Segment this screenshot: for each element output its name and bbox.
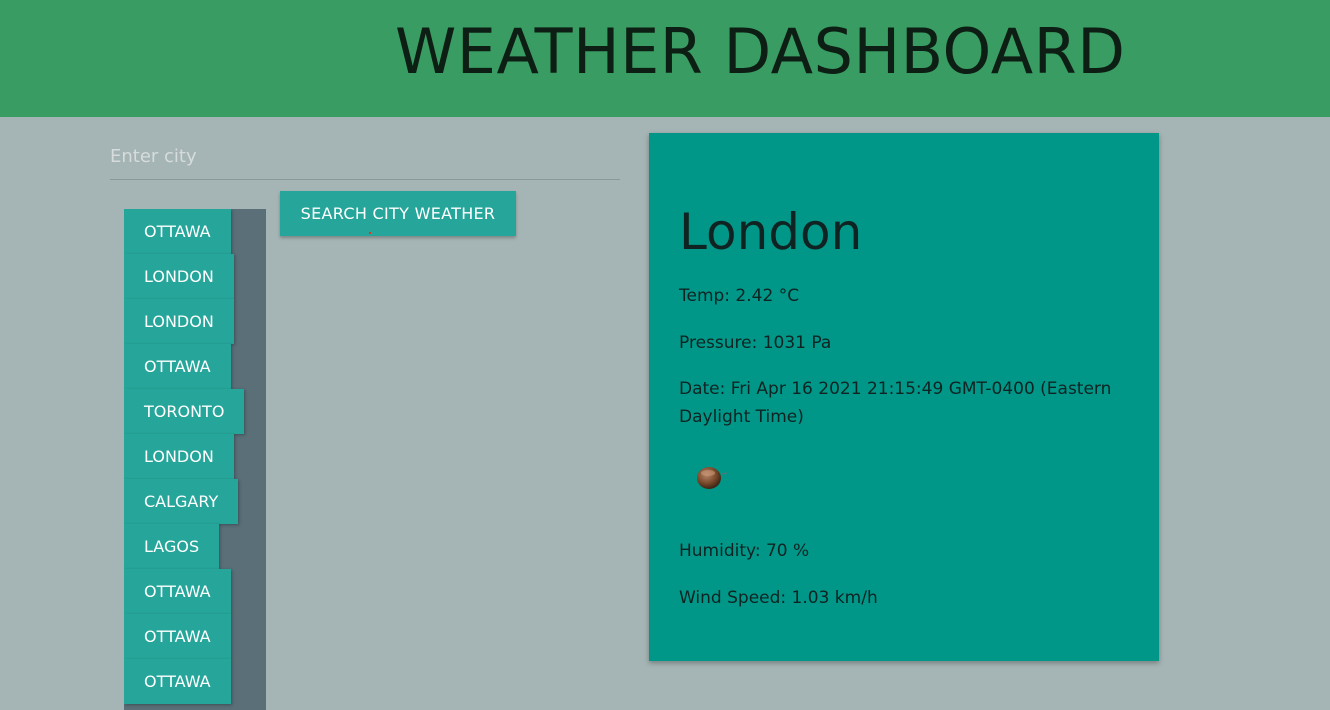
current-weather-card: London Temp: 2.42 °C Pressure: 1031 Pa D…	[649, 133, 1159, 661]
history-item-button[interactable]: LAGOS	[124, 524, 220, 569]
search-city-weather-button[interactable]: SEARCH CITY WEATHER	[280, 191, 516, 236]
history-item-button[interactable]: OTTAWA	[124, 614, 231, 659]
history-item-button[interactable]: OTTAWA	[124, 209, 231, 254]
history-item-button[interactable]: OTTAWA	[124, 569, 231, 614]
date-text: Date: Fri Apr 16 2021 21:15:49 GMT-0400 …	[679, 379, 1112, 427]
city-search-input[interactable]	[110, 134, 620, 180]
pressure-text: Pressure: 1031 Pa	[679, 333, 832, 353]
temperature-text: Temp: 2.42 °C	[679, 286, 800, 306]
history-item-button[interactable]: CALGARY	[124, 479, 239, 524]
cursor-dot	[369, 232, 371, 234]
history-item-button[interactable]: OTTAWA	[124, 344, 231, 389]
history-item-button[interactable]: LONDON	[124, 299, 234, 344]
history-item-button[interactable]: LONDON	[124, 254, 234, 299]
history-item-button[interactable]: OTTAWA	[124, 659, 231, 704]
city-name-heading: London	[679, 203, 863, 261]
wind-speed-text: Wind Speed: 1.03 km/h	[679, 588, 878, 608]
history-item-button[interactable]: LONDON	[124, 434, 234, 479]
weather-condition-icon	[694, 463, 730, 491]
history-item-button[interactable]: TORONTO	[124, 389, 245, 434]
search-history-panel: OTTAWA LONDON LONDON OTTAWA TORONTO LOND…	[124, 209, 266, 710]
humidity-text: Humidity: 70 %	[679, 541, 810, 561]
app-header: WEATHER DASHBOARD	[0, 0, 1330, 117]
page-title: WEATHER DASHBOARD	[395, 15, 1126, 88]
